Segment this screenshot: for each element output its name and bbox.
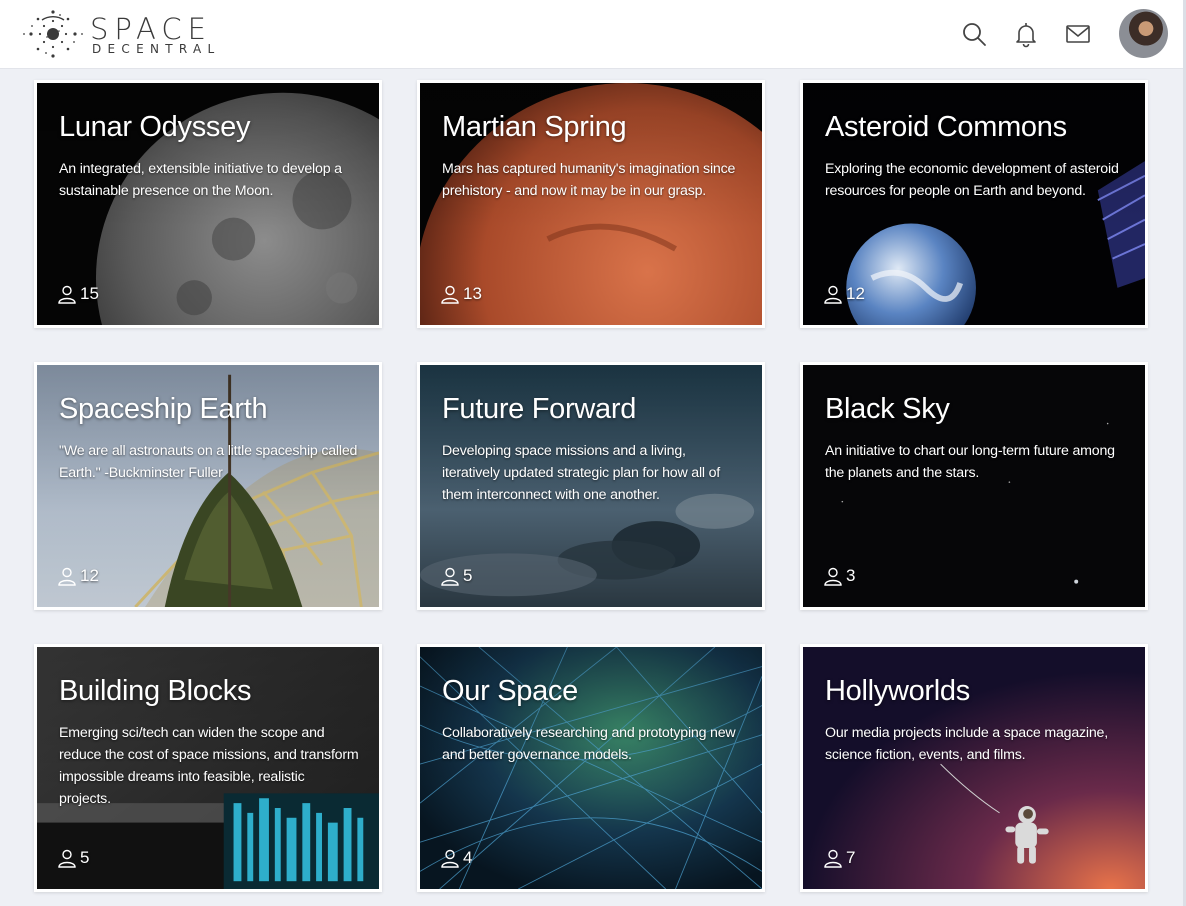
project-title: Black Sky <box>825 393 950 425</box>
project-title: Martian Spring <box>442 111 627 143</box>
mail-icon[interactable] <box>1064 20 1092 48</box>
project-card-spaceship-earth[interactable]: Spaceship Earth "We are all astronauts o… <box>34 362 382 610</box>
member-count-value: 12 <box>80 566 99 585</box>
project-title: Future Forward <box>442 393 637 425</box>
project-description: An initiative to chart our long-term fut… <box>825 443 1115 481</box>
member-count: 13 <box>440 283 482 305</box>
project-description: Exploring the economic development of as… <box>825 161 1119 199</box>
project-description: Collaboratively researching and prototyp… <box>442 725 736 763</box>
member-count: 12 <box>823 283 865 305</box>
member-count-value: 4 <box>463 848 473 867</box>
member-count-value: 12 <box>846 284 865 303</box>
project-title: Lunar Odyssey <box>59 111 251 143</box>
member-count: 5 <box>57 847 89 869</box>
user-icon <box>824 567 842 586</box>
project-title: Our Space <box>442 675 578 707</box>
user-icon <box>824 849 842 868</box>
logo-wordmark-space: SPACE <box>90 12 212 46</box>
member-count-value: 3 <box>846 566 856 585</box>
project-description: An integrated, extensible initiative to … <box>59 161 342 199</box>
project-title: Hollyworlds <box>825 675 970 707</box>
search-icon[interactable] <box>960 20 988 48</box>
project-title: Spaceship Earth <box>59 393 268 425</box>
project-card-lunar-odyssey[interactable]: Lunar Odyssey An integrated, extensible … <box>34 80 382 328</box>
project-card-building-blocks[interactable]: Building Blocks Emerging sci/tech can wi… <box>34 644 382 892</box>
member-count: 7 <box>823 847 855 869</box>
project-description: Developing space missions and a living, … <box>442 443 721 503</box>
user-icon <box>824 285 842 304</box>
user-icon <box>58 285 76 304</box>
project-description: Our media projects include a space magaz… <box>825 725 1108 763</box>
user-icon <box>441 849 459 868</box>
member-count-value: 13 <box>463 284 482 303</box>
bell-icon[interactable] <box>1012 20 1040 48</box>
user-icon <box>58 849 76 868</box>
project-card-future-forward[interactable]: Future Forward Developing space missions… <box>417 362 765 610</box>
member-count: 12 <box>57 565 99 587</box>
project-card-asteroid-commons[interactable]: Asteroid Commons Exploring the economic … <box>800 80 1148 328</box>
member-count: 3 <box>823 565 855 587</box>
member-count-value: 5 <box>80 848 90 867</box>
logo-wordmark-decentral: DECENTRAL <box>92 42 221 56</box>
top-bar: SPACE DECENTRAL <box>0 0 1183 69</box>
member-count: 5 <box>440 565 472 587</box>
member-count-value: 7 <box>846 848 856 867</box>
user-icon <box>441 567 459 586</box>
logo-mark-icon <box>23 10 83 58</box>
member-count-value: 5 <box>463 566 473 585</box>
space-decentral-logo[interactable]: SPACE DECENTRAL <box>20 6 260 62</box>
project-description: "We are all astronauts on a little space… <box>59 443 358 481</box>
project-description: Mars has captured humanity's imagination… <box>442 161 736 199</box>
project-card-hollyworlds[interactable]: Hollyworlds Our media projects include a… <box>800 644 1148 892</box>
project-description: Emerging sci/tech can widen the scope an… <box>59 725 359 807</box>
member-count: 4 <box>440 847 472 869</box>
project-title: Asteroid Commons <box>825 111 1067 143</box>
project-card-our-space[interactable]: Our Space Collaboratively researching an… <box>417 644 765 892</box>
member-count: 15 <box>57 283 99 305</box>
user-icon <box>58 567 76 586</box>
project-card-martian-spring[interactable]: Martian Spring Mars has captured humanit… <box>417 80 765 328</box>
project-card-black-sky[interactable]: Black Sky An initiative to chart our lon… <box>800 362 1148 610</box>
member-count-value: 15 <box>80 284 99 303</box>
project-title: Building Blocks <box>59 675 252 707</box>
user-avatar[interactable] <box>1119 9 1168 58</box>
user-icon <box>441 285 459 304</box>
